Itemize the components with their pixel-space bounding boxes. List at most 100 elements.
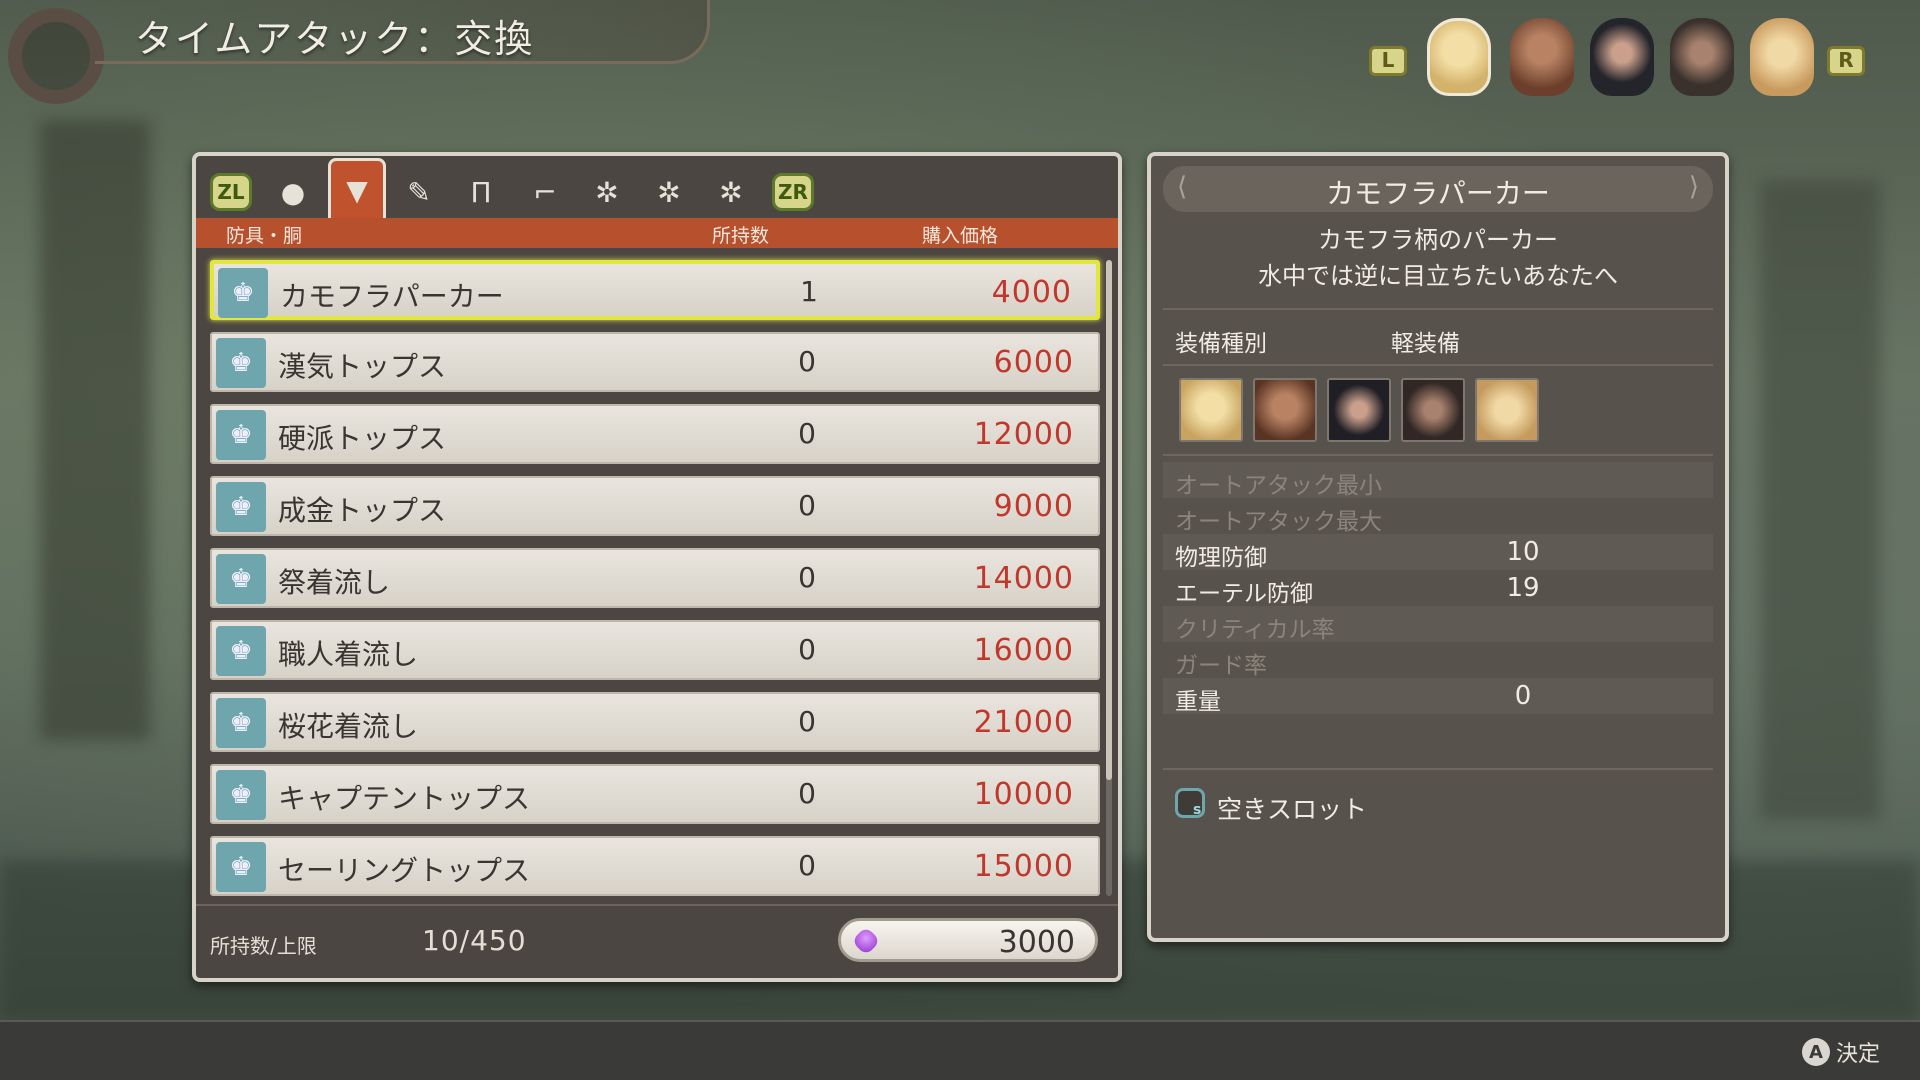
body-armor-icon: ♚ [216, 482, 266, 532]
item-price: 4000 [991, 275, 1072, 310]
tab-gem-3[interactable]: ✲ [702, 166, 760, 218]
item-detail-panel: ⟨ カモフラパーカー ⟩ カモフラ柄のパーカー 水中では逆に目立ちたいあなたへ … [1147, 152, 1729, 942]
tab-gem-1[interactable]: ✲ [578, 166, 636, 218]
dickson-portrait-icon [1401, 378, 1465, 442]
divider [1163, 308, 1713, 310]
body-armor-icon: ♚ [218, 268, 268, 318]
page-title: タイムアタック：交換 [135, 17, 535, 61]
body-armor-icon: ♚ [216, 338, 266, 388]
item-owned: 0 [798, 849, 816, 882]
list-item[interactable]: ♚ 漢気トップス 0 6000 [210, 332, 1100, 392]
equippable-characters [1179, 378, 1579, 446]
item-owned: 0 [798, 489, 816, 522]
description-line-1: カモフラ柄のパーカー [1318, 226, 1558, 254]
list-item[interactable]: ♚ カモフラパーカー 1 4000 [210, 260, 1100, 320]
list-item[interactable]: ♚ セーリングトップス 0 15000 [210, 836, 1100, 896]
arm-armor-icon: ✎ [407, 175, 431, 209]
dickson-face-icon[interactable] [1670, 18, 1734, 96]
r-button-icon[interactable]: R [1827, 46, 1865, 76]
stat-value: 19 [1506, 573, 1540, 603]
dunban-portrait-icon [1327, 378, 1391, 442]
riki-face-icon[interactable] [1750, 18, 1814, 96]
list-item[interactable]: ♚ 祭着流し 0 14000 [210, 548, 1100, 608]
item-price: 14000 [973, 561, 1074, 596]
body-armor-icon: ♚ [216, 770, 266, 820]
reyn-face-icon[interactable] [1510, 18, 1574, 96]
list-item[interactable]: ♚ 硬派トップス 0 12000 [210, 404, 1100, 464]
stat-row: 重量 0 [1163, 678, 1713, 715]
stat-row: オートアタック最大 [1163, 498, 1713, 535]
item-list: ♚ カモフラパーカー 1 4000 ♚ 漢気トップス 0 6000 ♚ 硬派トッ… [210, 260, 1102, 908]
riki-portrait-icon [1475, 378, 1539, 442]
item-owned: 0 [798, 633, 816, 666]
list-item[interactable]: ♚ 成金トップス 0 9000 [210, 476, 1100, 536]
tab-arm[interactable]: ✎ [390, 166, 448, 218]
item-owned: 0 [798, 561, 816, 594]
body-armor-icon: ♚ [216, 698, 266, 748]
item-name: 成金トップス [278, 494, 447, 527]
item-name: カモフラパーカー [280, 280, 504, 313]
l-button-icon[interactable]: L [1369, 46, 1407, 76]
item-owned: 0 [798, 417, 816, 450]
a-button-icon: A [1801, 1038, 1830, 1066]
confirm-label: 決定 [1835, 1042, 1880, 1067]
stat-label: クリティカル率 [1175, 617, 1335, 643]
head-icon: ● [280, 175, 306, 209]
button-guide-bar: A 決定 [0, 1020, 1920, 1080]
tab-next-zr[interactable]: ZR [764, 166, 822, 218]
slot-size-indicator: s [1193, 802, 1202, 818]
owned-column-header: 所持数 [712, 225, 770, 247]
gem-slot-row: s 空きスロット [1163, 780, 1713, 828]
gem-2-icon: ✲ [657, 175, 681, 209]
item-name: 祭着流し [278, 566, 391, 599]
stat-row: エーテル防御 19 [1163, 570, 1713, 607]
capacity-value: 10/450 [422, 924, 527, 957]
tab-body[interactable]: ▼ [328, 158, 386, 220]
list-scrollbar[interactable] [1106, 260, 1112, 896]
shulk-portrait-icon [1179, 378, 1243, 442]
item-price: 9000 [993, 489, 1074, 524]
equip-type-label: 装備種別 [1175, 331, 1267, 357]
item-price: 16000 [973, 633, 1074, 668]
scroll-thumb[interactable] [1106, 260, 1112, 780]
list-item[interactable]: ♚ キャプテントップス 0 10000 [210, 764, 1100, 824]
crystal-currency-icon [851, 926, 881, 956]
tab-gem-2[interactable]: ✲ [640, 166, 698, 218]
capacity-label: 所持数/上限 [210, 934, 317, 958]
detail-title-bar: ⟨ カモフラパーカー ⟩ [1163, 166, 1713, 212]
item-price: 6000 [993, 345, 1074, 380]
confirm-hint[interactable]: A 決定 [1801, 1036, 1880, 1068]
item-name: 漢気トップス [278, 350, 447, 383]
column-header: 防具・胴 所持数 購入価格 [196, 218, 1118, 248]
category-tabs: ZL ● ▼ ✎ Π ⌐ ✲ ✲ ✲ ZR [202, 158, 1112, 220]
tab-prev-zl[interactable]: ZL [202, 166, 260, 218]
shulk-face-icon[interactable] [1427, 18, 1491, 96]
divider [1163, 768, 1713, 770]
stat-label: オートアタック最大 [1175, 509, 1382, 535]
item-description: カモフラ柄のパーカー 水中では逆に目立ちたいあなたへ [1151, 222, 1725, 294]
tab-head[interactable]: ● [264, 166, 322, 218]
item-price: 10000 [973, 777, 1074, 812]
list-item[interactable]: ♚ 職人着流し 0 16000 [210, 620, 1100, 680]
list-item[interactable]: ♚ 桜花着流し 0 21000 [210, 692, 1100, 752]
category-label: 防具・胴 [226, 225, 303, 247]
dunban-face-icon[interactable] [1590, 18, 1654, 96]
gem-1-icon: ✲ [595, 175, 619, 209]
slot-label: 空きスロット [1217, 795, 1368, 824]
stat-label: エーテル防御 [1175, 581, 1313, 607]
shop-list-panel: ZL ● ▼ ✎ Π ⌐ ✲ ✲ ✲ ZR 防具・胴 所持数 購入価格 ♚ カモ… [192, 152, 1122, 982]
divider [1163, 454, 1713, 456]
list-footer: 所持数/上限 10/450 3000 [196, 904, 1118, 978]
item-price: 12000 [973, 417, 1074, 452]
tab-leg[interactable]: Π [452, 166, 510, 218]
tab-foot[interactable]: ⌐ [516, 166, 574, 218]
currency-value: 3000 [998, 925, 1075, 960]
item-price: 15000 [973, 849, 1074, 884]
body-armor-icon: ♚ [216, 842, 266, 892]
gem-3-icon: ✲ [719, 175, 743, 209]
next-item-icon[interactable]: ⟩ [1689, 172, 1699, 202]
leg-armor-icon: Π [470, 175, 492, 209]
divider [1163, 364, 1713, 366]
item-owned: 0 [798, 777, 816, 810]
equip-type-value: 軽装備 [1391, 331, 1460, 357]
